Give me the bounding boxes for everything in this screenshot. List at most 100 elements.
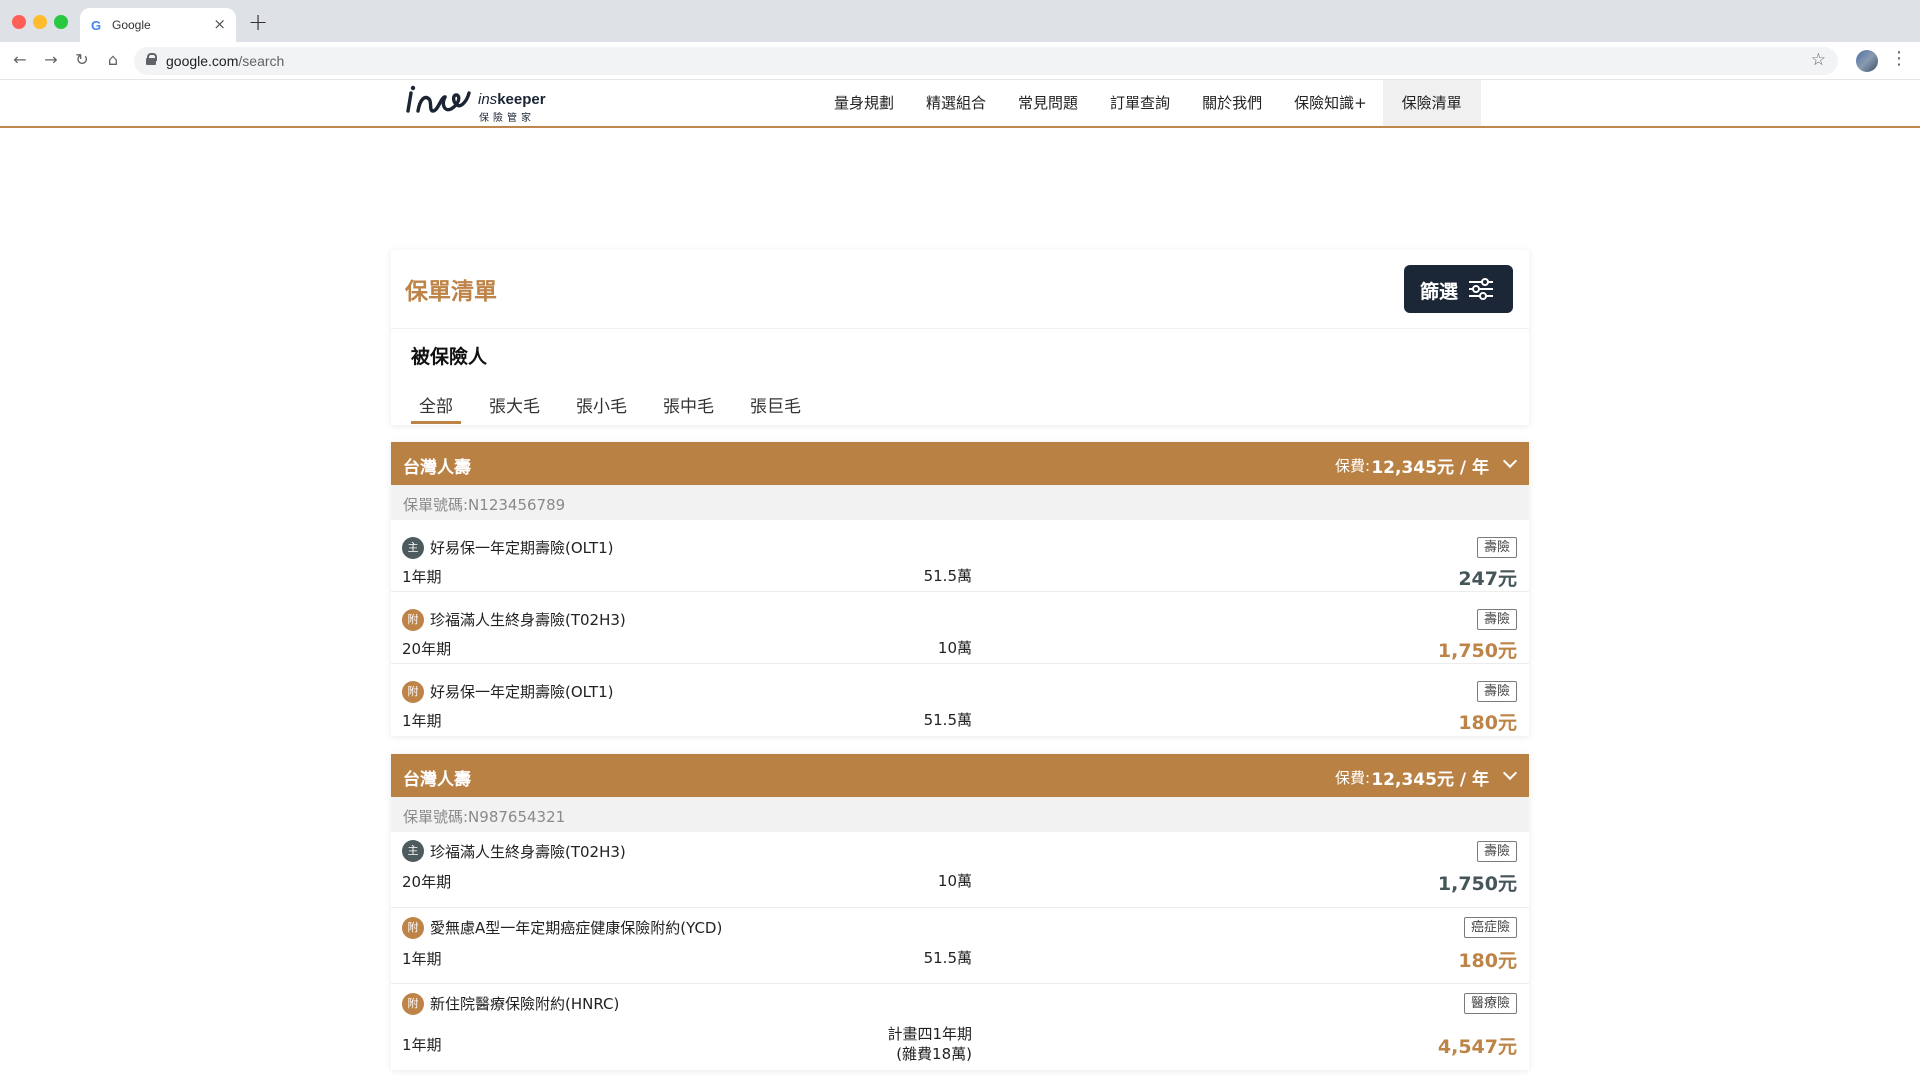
premium-value: 12,345元 / 年	[1371, 458, 1489, 478]
coverage-name: 好易保一年定期壽險(OLT1)	[430, 539, 614, 557]
coverage-type-tag: 壽險	[1476, 537, 1517, 558]
coverage-price: 1,750元	[1437, 640, 1517, 662]
home-icon[interactable]: ⌂	[103, 50, 123, 69]
policy-list-card: 保單清單 篩選 被保險人 全部 張大毛 張小毛 張中毛 張巨毛	[391, 250, 1529, 425]
rider-badge: 附	[402, 681, 424, 703]
coverage-type-tag: 壽險	[1476, 841, 1517, 862]
coverage-type-tag: 壽險	[1476, 681, 1517, 702]
new-tab-button[interactable]: +	[248, 8, 268, 36]
coverage-price: 180元	[1458, 950, 1517, 972]
rider-badge: 附	[402, 609, 424, 631]
coverage-price: 180元	[1458, 712, 1517, 734]
rider-badge: 附	[402, 917, 424, 939]
coverage-type-tag: 醫療險	[1463, 993, 1517, 1014]
nav-item-combos[interactable]: 精選組合	[910, 80, 1002, 126]
person-tab-2[interactable]: 張小毛	[568, 392, 635, 424]
coverage-miscellaneous: (雜費18萬)	[896, 1045, 972, 1063]
google-favicon-icon: G	[91, 18, 102, 33]
coverage-price: 247元	[1458, 568, 1517, 590]
insured-person-tabs: 全部 張大毛 張小毛 張中毛 張巨毛	[411, 392, 829, 424]
filter-button-label: 篩選	[1420, 281, 1459, 303]
list-item: 主 好易保一年定期壽險(OLT1) 壽險 1年期 51.5萬 247元	[391, 520, 1529, 592]
list-item: 附 新住院醫療保險附約(HNRC) 醫療險 1年期 計畫四1年期 (雜費18萬)…	[391, 984, 1529, 1070]
policy-company: 台灣人壽	[403, 770, 471, 790]
coverage-name: 愛無慮A型一年定期癌症健康保險附約(YCD)	[430, 919, 723, 937]
chevron-down-icon[interactable]	[1502, 765, 1518, 781]
coverage-name: 珍福滿人生終身壽險(T02H3)	[430, 843, 626, 861]
tab-title: Google	[112, 18, 151, 32]
window-close-button[interactable]	[12, 15, 26, 29]
logo-chinese-name: 保險管家	[479, 113, 535, 124]
coverage-term: 1年期	[402, 712, 442, 730]
nav-item-plan[interactable]: 量身規劃	[818, 80, 910, 126]
browser-address-bar: ← → ↻ ⌂ google.com/search ☆ ⋮	[0, 42, 1920, 80]
forward-icon[interactable]: →	[41, 50, 61, 69]
list-item: 附 好易保一年定期壽險(OLT1) 壽險 1年期 51.5萬 180元	[391, 664, 1529, 736]
lock-icon	[146, 53, 157, 65]
browser-menu-icon[interactable]: ⋮	[1890, 48, 1908, 69]
site-header: inskeeper 保險管家 量身規劃 精選組合 常見問題 訂單查詢 關於我們 …	[0, 80, 1920, 128]
coverage-name: 好易保一年定期壽險(OLT1)	[430, 683, 614, 701]
coverage-name: 新住院醫療保險附約(HNRC)	[430, 995, 620, 1013]
tab-close-icon[interactable]: ×	[213, 15, 226, 33]
coverage-amount: 計畫四1年期 (雜費18萬)	[887, 1024, 972, 1064]
coverage-price: 4,547元	[1437, 1036, 1517, 1058]
chevron-down-icon[interactable]	[1502, 453, 1518, 469]
url-input[interactable]: google.com/search ☆	[134, 47, 1838, 75]
back-icon[interactable]: ←	[10, 50, 30, 69]
premium-value: 12,345元 / 年	[1371, 770, 1489, 790]
coverage-term: 1年期	[402, 1036, 442, 1054]
premium-label: 保費:	[1334, 769, 1370, 787]
coverage-type-tag: 癌症險	[1463, 917, 1517, 938]
coverage-name: 珍福滿人生終身壽險(T02H3)	[430, 611, 626, 629]
coverage-amount: 51.5萬	[923, 949, 972, 967]
coverage-term: 1年期	[402, 568, 442, 586]
insured-label: 被保險人	[411, 346, 488, 368]
browser-tab[interactable]: G Google ×	[80, 8, 236, 42]
url-text: google.com/search	[166, 53, 285, 69]
nav-item-knowledge[interactable]: 保險知識+	[1278, 80, 1383, 126]
nav-item-orders[interactable]: 訂單查詢	[1094, 80, 1186, 126]
person-tab-4[interactable]: 張巨毛	[742, 392, 809, 424]
site-logo[interactable]: inskeeper 保險管家	[405, 83, 546, 124]
coverage-plan: 計畫四1年期	[887, 1025, 972, 1043]
logo-mark-icon	[406, 85, 471, 113]
window-minimize-button[interactable]	[33, 15, 47, 29]
policy-header[interactable]: 台灣人壽 保費: 12,345元 / 年	[391, 754, 1529, 797]
person-tab-1[interactable]: 張大毛	[481, 392, 548, 424]
main-policy-badge: 主	[402, 537, 424, 559]
coverage-amount: 10萬	[937, 639, 972, 657]
policy-number: 保單號碼:N123456789	[391, 485, 1529, 520]
list-item: 附 愛無慮A型一年定期癌症健康保險附約(YCD) 癌症險 1年期 51.5萬 1…	[391, 908, 1529, 984]
window-maximize-button[interactable]	[54, 15, 68, 29]
nav-item-faq[interactable]: 常見問題	[1002, 80, 1094, 126]
bookmark-star-icon[interactable]: ☆	[1811, 50, 1826, 70]
profile-avatar[interactable]	[1856, 50, 1878, 72]
page-title: 保單清單	[405, 279, 497, 305]
browser-tab-bar: G Google × +	[0, 0, 1920, 42]
nav-item-policy-list[interactable]: 保險清單	[1382, 80, 1481, 126]
filter-button[interactable]: 篩選	[1404, 265, 1513, 313]
policy-header[interactable]: 台灣人壽 保費: 12,345元 / 年	[391, 442, 1529, 485]
list-item: 主 珍福滿人生終身壽險(T02H3) 壽險 20年期 10萬 1,750元	[391, 832, 1529, 908]
card-divider	[391, 328, 1529, 329]
logo-wordmark: inskeeper	[478, 91, 546, 108]
premium-label: 保費:	[1334, 457, 1370, 475]
coverage-amount: 10萬	[937, 872, 972, 890]
coverage-term: 1年期	[402, 950, 442, 968]
person-tab-all[interactable]: 全部	[411, 392, 461, 424]
main-policy-badge: 主	[402, 840, 424, 862]
coverage-term: 20年期	[402, 640, 452, 658]
sliders-icon	[1469, 278, 1493, 300]
list-item: 附 珍福滿人生終身壽險(T02H3) 壽險 20年期 10萬 1,750元	[391, 592, 1529, 664]
rider-badge: 附	[402, 993, 424, 1015]
main-navigation: 量身規劃 精選組合 常見問題 訂單查詢 關於我們 保險知識+ 保險清單	[818, 80, 1481, 126]
policy-company: 台灣人壽	[403, 458, 471, 478]
policy-number: 保單號碼:N987654321	[391, 797, 1529, 832]
reload-icon[interactable]: ↻	[72, 50, 92, 69]
coverage-type-tag: 壽險	[1476, 609, 1517, 630]
person-tab-3[interactable]: 張中毛	[655, 392, 722, 424]
nav-item-about[interactable]: 關於我們	[1186, 80, 1278, 126]
coverage-price: 1,750元	[1437, 873, 1517, 895]
coverage-term: 20年期	[402, 873, 452, 891]
